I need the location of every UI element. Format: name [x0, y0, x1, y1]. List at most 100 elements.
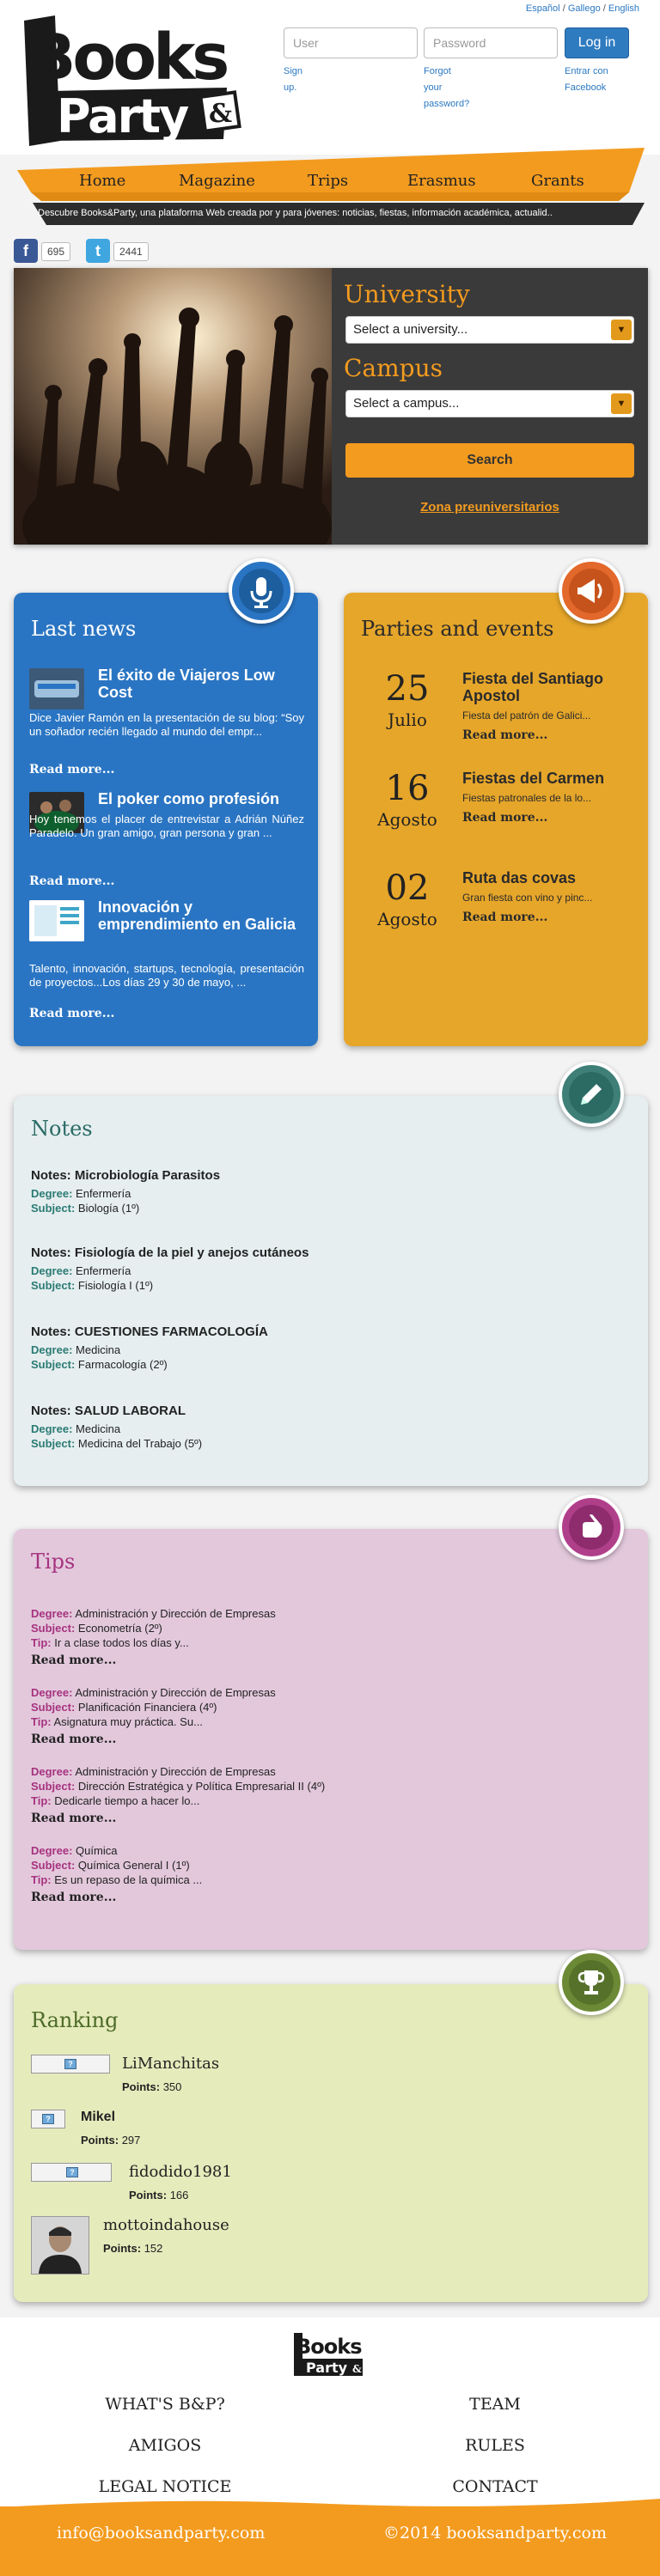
note-title[interactable]: Notes: Fisiología de la piel y anejos cu… [31, 1245, 632, 1260]
user-name[interactable]: LiManchitas [122, 2055, 219, 2073]
note-title[interactable]: Notes: Microbiología Parasitos [31, 1168, 632, 1183]
footer-link-legal[interactable]: LEGAL NOTICE [62, 2477, 268, 2496]
hero-search: University Select a university... ▼ Camp… [14, 268, 648, 545]
event-name[interactable]: Fiestas del Carmen [462, 770, 634, 787]
note-item[interactable]: Notes: CUESTIONES FARMACOLOGÍA Degree: M… [31, 1325, 632, 1372]
site-tagline: Descubre Books&Party, una plataforma Web… [38, 208, 553, 218]
university-select-value: Select a university... [353, 322, 468, 337]
subject-label: Subject: [31, 1437, 76, 1450]
nav-erasmus[interactable]: Erasmus [407, 172, 476, 190]
note-title[interactable]: Notes: SALUD LABORAL [31, 1404, 632, 1418]
login-button[interactable]: Log in [565, 27, 629, 58]
note-subject: Biología (1º) [77, 1202, 140, 1215]
news-headline[interactable]: El poker como profesión [98, 790, 304, 807]
ranking-entry[interactable]: mottoindahouse Points: 152 [31, 2216, 547, 2278]
university-select[interactable]: Select a university... ▼ [345, 316, 634, 344]
ranking-badge [559, 1950, 624, 2015]
read-more-link[interactable]: Read more... [29, 874, 114, 888]
pre-university-link[interactable]: Zona preuniversitarios [332, 500, 648, 515]
svg-text:Party: Party [306, 2360, 348, 2376]
lang-english[interactable]: English [608, 3, 639, 14]
note-item[interactable]: Notes: Microbiología Parasitos Degree: E… [31, 1168, 632, 1215]
tip-degree: Química [76, 1844, 118, 1857]
nav-magazine[interactable]: Magazine [179, 172, 255, 190]
facebook-login-link[interactable]: Entrar con Facebook [565, 64, 626, 96]
event-name[interactable]: Ruta das covas [462, 869, 634, 886]
books-and-party-logo[interactable]: Books Party & [21, 12, 244, 149]
note-item[interactable]: Notes: SALUD LABORAL Degree: Medicina Su… [31, 1404, 632, 1451]
twitter-share[interactable]: t 2441 [86, 239, 155, 263]
contact-email[interactable]: info@booksandparty.com [57, 2524, 265, 2543]
ranking-entry[interactable]: ? Mikel Points: 297 [31, 2110, 547, 2153]
news-item[interactable]: El éxito de Viajeros Low Cost Dice Javie… [29, 667, 304, 778]
footer-link-rules[interactable]: RULES [392, 2436, 598, 2455]
read-more-link[interactable]: Read more... [462, 910, 547, 924]
nav-trips[interactable]: Trips [308, 172, 348, 190]
tips-title: Tips [31, 1550, 76, 1574]
news-headline[interactable]: Innovación y emprendimiento en Galicia [98, 898, 304, 933]
read-more-link[interactable]: Read more... [31, 1733, 632, 1747]
read-more-link[interactable]: Read more... [31, 1891, 632, 1905]
read-more-link[interactable]: Read more... [29, 763, 114, 776]
tip-degree: Administración y Dirección de Empresas [75, 1607, 276, 1620]
tip-item[interactable]: Degree: Química Subject: Química General… [31, 1843, 632, 1905]
event-item[interactable]: 25 Julio Fiesta del Santiago Apostol Fie… [344, 670, 648, 764]
event-month: Agosto [377, 809, 437, 830]
tip-item[interactable]: Degree: Administración y Dirección de Em… [31, 1764, 632, 1826]
tip-subject: Dirección Estratégica y Política Empresa… [77, 1780, 326, 1793]
broken-image-icon: ? [64, 2059, 76, 2069]
read-more-link[interactable]: Read more... [31, 1653, 632, 1668]
event-item[interactable]: 16 Agosto Fiestas del Carmen Fiestas pat… [344, 770, 648, 864]
points-label: Points: [81, 2134, 119, 2147]
event-description: Fiesta del patrón de Galici... [462, 709, 591, 722]
svg-text:&: & [209, 99, 232, 129]
ranking-entry[interactable]: ? fidodido1981 Points: 166 [31, 2163, 547, 2206]
read-more-link[interactable]: Read more... [29, 1007, 114, 1020]
ranking-entry[interactable]: ? LiManchitas Points: 350 [31, 2055, 547, 2098]
header: Books Party & Español / Gallego / Englis… [0, 0, 660, 155]
nav-home[interactable]: Home [79, 172, 125, 190]
tip-label: Tip: [31, 1636, 52, 1649]
chevron-down-icon[interactable]: ▼ [611, 320, 632, 340]
twitter-icon[interactable]: t [86, 239, 110, 263]
news-headline[interactable]: El éxito de Viajeros Low Cost [98, 667, 304, 701]
read-more-link[interactable]: Read more... [31, 1812, 632, 1826]
footer-link-amigos[interactable]: AMIGOS [62, 2436, 268, 2455]
campus-select[interactable]: Select a campus... ▼ [345, 390, 634, 417]
note-subject: Medicina del Trabajo (5º) [77, 1437, 203, 1450]
tip-label: Tip: [31, 1873, 52, 1886]
note-title[interactable]: Notes: CUESTIONES FARMACOLOGÍA [31, 1325, 632, 1339]
footer-link-team[interactable]: TEAM [392, 2395, 598, 2414]
user-name[interactable]: Mikel [81, 2110, 115, 2125]
chevron-down-icon[interactable]: ▼ [611, 393, 632, 414]
user-name[interactable]: mottoindahouse [103, 2216, 229, 2234]
signup-link[interactable]: Sign up. [284, 64, 302, 96]
event-name[interactable]: Fiesta del Santiago Apostol [462, 670, 634, 704]
forgot-password-link[interactable]: Forgot your password? [424, 64, 469, 113]
search-button[interactable]: Search [345, 443, 634, 478]
username-input[interactable] [284, 27, 418, 58]
tip-item[interactable]: Degree: Administración y Dirección de Em… [31, 1685, 632, 1747]
read-more-link[interactable]: Read more... [462, 728, 547, 742]
lang-galician[interactable]: Gallego [568, 3, 601, 14]
main-nav: Home Magazine Trips Erasmus Grants [17, 148, 645, 203]
footer-link-about[interactable]: WHAT'S B&P? [62, 2395, 268, 2414]
lang-spanish[interactable]: Español [526, 3, 560, 14]
footer: Books Party & WHAT'S B&P? TEAM AMIGOS RU… [0, 2317, 660, 2506]
news-item[interactable]: El poker como profesión Hoy tenemos el p… [29, 790, 304, 893]
megaphone-icon [569, 569, 614, 613]
footer-link-contact[interactable]: CONTACT [392, 2477, 598, 2496]
tip-item[interactable]: Degree: Administración y Dirección de Em… [31, 1606, 632, 1668]
news-item[interactable]: Innovación y emprendimiento en Galicia T… [29, 898, 304, 1027]
facebook-share[interactable]: f 695 [14, 239, 74, 263]
facebook-icon[interactable]: f [14, 239, 38, 263]
degree-label: Degree: [31, 1343, 73, 1356]
read-more-link[interactable]: Read more... [462, 811, 547, 825]
broken-image-icon: ? [66, 2167, 78, 2177]
password-input[interactable] [424, 27, 558, 58]
note-item[interactable]: Notes: Fisiología de la piel y anejos cu… [31, 1245, 632, 1293]
event-item[interactable]: 02 Agosto Ruta das covas Gran fiesta con… [344, 869, 648, 964]
nav-grants[interactable]: Grants [531, 172, 584, 190]
user-name[interactable]: fidodido1981 [129, 2163, 232, 2181]
footer-logo[interactable]: Books Party & [292, 2329, 370, 2381]
